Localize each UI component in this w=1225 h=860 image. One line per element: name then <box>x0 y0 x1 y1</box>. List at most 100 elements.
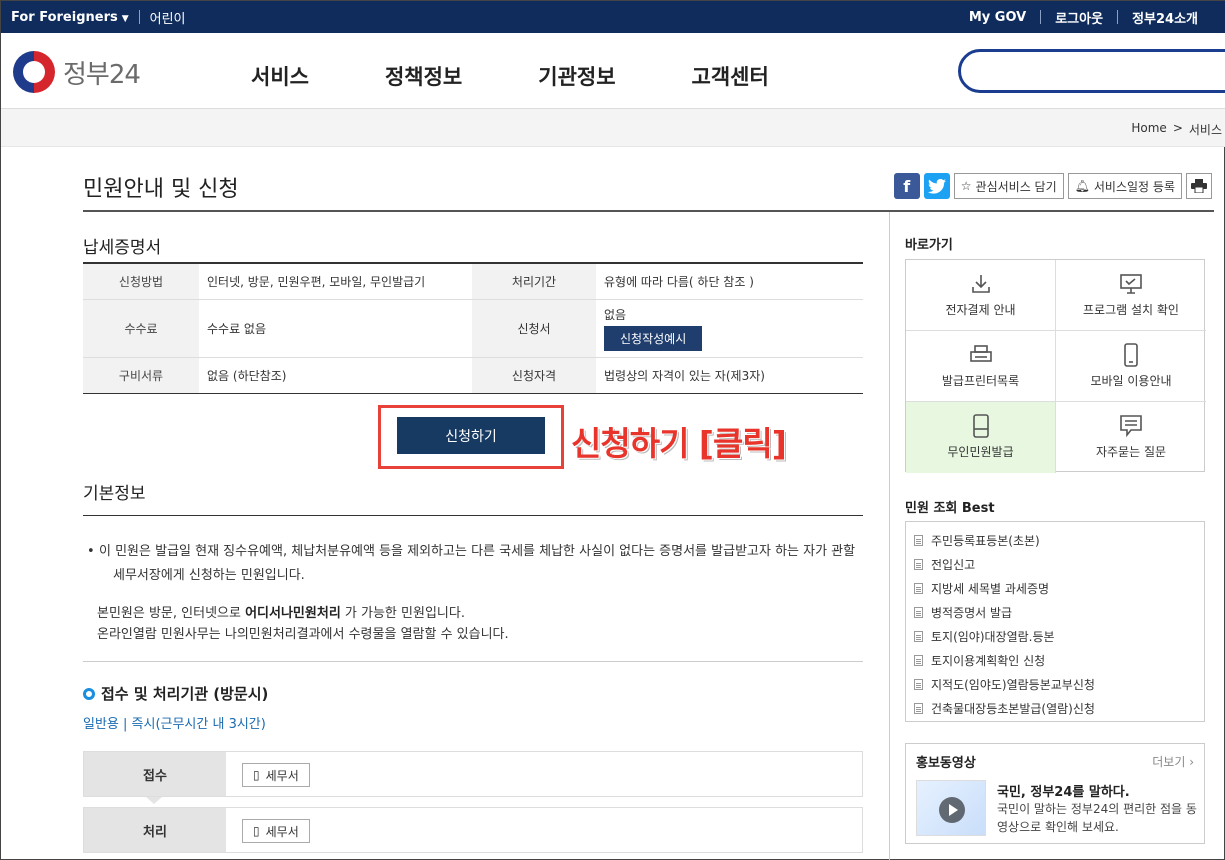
docs-value: 없음 (하단참조) <box>207 368 287 383</box>
form-cell: 없음 신청작성예시 <box>596 299 863 358</box>
shortcut-payment-label: 전자결제 안내 <box>945 302 1016 317</box>
shortcut-printers[interactable]: 발급프린터목록 <box>906 331 1056 402</box>
receive-office-button[interactable]: ▯ 세무서 <box>242 763 310 787</box>
best-item-label: 지방세 세목별 과세증명 <box>931 581 1050 596</box>
process-subtitle: 일반용 | 즉시(근무시간 내 3시간) <box>83 717 266 732</box>
nav-agency[interactable]: 기관정보 <box>538 61 615 91</box>
best-item-label: 전입신고 <box>931 557 976 572</box>
page-title: 민원안내 및 신청 <box>83 177 239 202</box>
site-logo[interactable]: 정부24 <box>13 51 141 93</box>
best-item-label: 주민등록표등본(초본) <box>931 533 1040 548</box>
document-icon <box>914 534 923 546</box>
form-example-button[interactable]: 신청작성예시 <box>604 325 703 351</box>
add-schedule-button[interactable]: 🔔︎ 서비스일정 등록 <box>1067 173 1182 199</box>
about-link[interactable]: 정부24소개 <box>1132 8 1198 27</box>
receive-row: 접수 ▯ 세무서 <box>83 751 863 797</box>
best-item[interactable]: 지방세 세목별 과세증명 <box>914 576 1204 600</box>
best-item[interactable]: 전입신고 <box>914 552 1204 576</box>
document-icon <box>914 630 923 642</box>
period-label: 처리기간 <box>472 263 596 300</box>
promo-title: 홍보동영상 <box>916 756 976 771</box>
document-icon <box>914 654 923 666</box>
apply-highlight-box: 신청하기 <box>378 405 564 469</box>
best-item[interactable]: 지적도(임야도)열람등본교부신청 <box>914 672 1204 696</box>
docs-label: 구비서류 <box>83 357 199 393</box>
best-item[interactable]: 토지이용계획확인 신청 <box>914 648 1204 672</box>
document-icon <box>914 582 923 594</box>
best-title: 민원 조회 Best <box>905 501 995 516</box>
shortcut-kiosk[interactable]: 무인민원발급 <box>906 402 1056 473</box>
logout-link[interactable]: 로그아웃 <box>1055 8 1103 27</box>
breadcrumb-bar: Home > 서비스 <box>1 109 1225 147</box>
monitor-icon <box>1119 273 1143 295</box>
best-item[interactable]: 주민등록표등본(초본) <box>914 528 1204 552</box>
kids-link[interactable]: 어린이 <box>150 8 186 27</box>
fee-label: 수수료 <box>83 299 199 358</box>
shortcut-program-check[interactable]: 프로그램 설치 확인 <box>1056 260 1206 331</box>
best-item-label: 병적증명서 발급 <box>931 605 1013 620</box>
logo-text: 정부24 <box>63 59 141 90</box>
best-item[interactable]: 건축물대장등초본발급(열람)신청 <box>914 696 1204 720</box>
shortcut-mobile-label: 모바일 이용안내 <box>1090 373 1172 388</box>
page-tools: f ☆ 관심서비스 담기 🔔︎ 서비스일정 등록 <box>893 173 1212 199</box>
my-gov-link[interactable]: My GOV <box>969 10 1026 25</box>
shortcut-kiosk-label: 무인민원발급 <box>947 445 1014 459</box>
circle-bullet-icon <box>83 687 95 700</box>
for-foreigners-label: For Foreigners <box>11 9 118 25</box>
best-item[interactable]: 토지(임야)대장열람.등본 <box>914 624 1204 648</box>
apply-button[interactable]: 신청하기 <box>397 417 545 454</box>
fee-value: 수수료 없음 <box>199 299 472 358</box>
title-divider <box>83 210 1214 212</box>
shortcut-grid: 전자결제 안내 프로그램 설치 확인 발급프린터목록 모바일 이용안내 무인민원… <box>905 259 1206 473</box>
for-foreigners-menu[interactable]: For Foreigners ▼ <box>11 10 129 25</box>
receive-office-label: 세무서 <box>265 768 299 783</box>
shortcut-payment[interactable]: 전자결제 안내 <box>906 260 1056 331</box>
promo-more-link[interactable]: 더보기 › <box>1152 753 1194 770</box>
add-interest-button[interactable]: ☆ 관심서비스 담기 <box>953 173 1064 199</box>
arrow-down-icon <box>146 797 162 804</box>
note-line-2: 온라인열람 민원사무는 나의민원처리결과에서 수령물을 열람할 수 있습니다. <box>97 627 509 642</box>
service-name: 납세증명서 <box>83 238 162 258</box>
bullet-icon: • <box>87 544 95 559</box>
twitter-share-icon[interactable] <box>923 173 950 199</box>
method-value: 인터넷, 방문, 민원우편, 모바일, 무인발급기 <box>199 263 472 300</box>
divider <box>1040 10 1042 24</box>
handle-row: 처리 ▯ 세무서 <box>83 807 863 853</box>
document-icon: ▯ <box>253 768 260 782</box>
nav-customer[interactable]: 고객센터 <box>692 61 769 91</box>
star-icon: ☆ <box>960 179 972 193</box>
breadcrumb: Home > 서비스 <box>1131 121 1222 138</box>
top-bar: For Foreigners ▼ 어린이 My GOV 로그아웃 정부24소개 <box>1 1 1225 33</box>
breadcrumb-home[interactable]: Home <box>1131 121 1166 138</box>
video-thumbnail[interactable] <box>916 780 986 836</box>
add-schedule-label: 서비스일정 등록 <box>1093 179 1175 194</box>
breadcrumb-current[interactable]: 서비스 <box>1189 121 1222 138</box>
print-button[interactable] <box>1186 173 1212 199</box>
shortcut-mobile[interactable]: 모바일 이용안내 <box>1056 331 1206 402</box>
shortcut-faq[interactable]: 자주묻는 질문 <box>1056 402 1206 473</box>
chat-icon <box>1119 415 1143 438</box>
nav-policy[interactable]: 정책정보 <box>385 61 462 91</box>
method-label: 신청방법 <box>83 263 199 300</box>
best-item[interactable]: 병적증명서 발급 <box>914 600 1204 624</box>
handle-office-button[interactable]: ▯ 세무서 <box>242 819 310 843</box>
document-icon <box>914 702 923 714</box>
best-list: 주민등록표등본(초본) 전입신고 지방세 세목별 과세증명 병적증명서 발급 토… <box>905 521 1205 722</box>
best-item-label: 지적도(임야도)열람등본교부신청 <box>931 677 1095 692</box>
note-suffix: 가 가능한 민원입니다. <box>340 606 465 621</box>
process-title-text: 접수 및 처리기관 (방문시) <box>101 685 269 703</box>
handle-office-label: 세무서 <box>265 824 299 839</box>
handle-label: 처리 <box>84 808 226 852</box>
video-title[interactable]: 국민, 정부24를 말하다. <box>997 781 1130 800</box>
nav-services[interactable]: 서비스 <box>251 61 309 91</box>
form-label: 신청서 <box>472 299 596 358</box>
receive-label: 접수 <box>84 752 226 796</box>
facebook-share-icon[interactable]: f <box>893 173 920 199</box>
search-input[interactable] <box>958 49 1225 93</box>
note-prefix: 본민원은 방문, 인터넷으로 <box>97 606 246 621</box>
basic-note: 본민원은 방문, 인터넷으로 어디서나민원처리 가 가능한 민원입니다. 온라인… <box>97 603 509 645</box>
divider <box>1117 10 1119 24</box>
best-item-label: 토지이용계획확인 신청 <box>931 653 1046 668</box>
note-highlight: 어디서나민원처리 <box>245 606 341 621</box>
caret-down-icon: ▼ <box>121 13 129 24</box>
